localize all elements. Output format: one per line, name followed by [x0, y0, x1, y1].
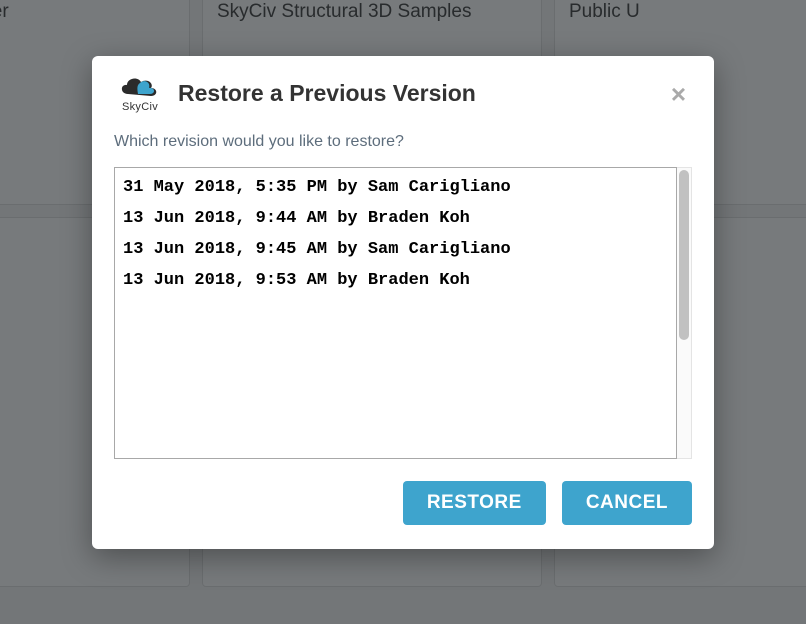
revision-item[interactable]: 13 Jun 2018, 9:45 AM by Sam Carigliano: [115, 234, 676, 265]
revision-list[interactable]: 31 May 2018, 5:35 PM by Sam Carigliano 1…: [114, 167, 677, 459]
modal-header: SkyCiv Restore a Previous Version ×: [92, 56, 714, 119]
modal-title: Restore a Previous Version: [178, 80, 476, 107]
scrollbar-track[interactable]: [677, 167, 692, 459]
logo-text: SkyCiv: [114, 101, 166, 113]
cloud-icon: [118, 74, 162, 98]
cancel-button[interactable]: CANCEL: [562, 481, 692, 525]
revision-item[interactable]: 13 Jun 2018, 9:44 AM by Braden Koh: [115, 203, 676, 234]
revision-item[interactable]: 13 Jun 2018, 9:53 AM by Braden Koh: [115, 265, 676, 296]
modal-prompt: Which revision would you like to restore…: [92, 119, 714, 161]
modal-footer: RESTORE CANCEL: [92, 459, 714, 539]
restore-version-modal: SkyCiv Restore a Previous Version × Whic…: [92, 56, 714, 549]
scrollbar-thumb[interactable]: [679, 170, 689, 340]
skyciv-logo: SkyCiv: [114, 74, 166, 113]
restore-button[interactable]: RESTORE: [403, 481, 546, 525]
close-icon[interactable]: ×: [665, 79, 692, 109]
revision-list-container: 31 May 2018, 5:35 PM by Sam Carigliano 1…: [114, 167, 692, 459]
revision-item[interactable]: 31 May 2018, 5:35 PM by Sam Carigliano: [115, 172, 676, 203]
